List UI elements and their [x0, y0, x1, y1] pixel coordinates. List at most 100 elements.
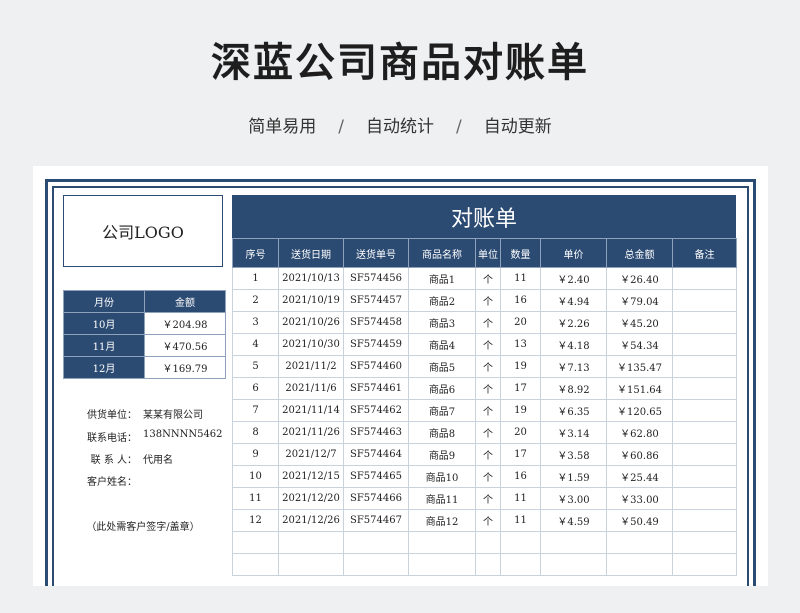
- total-cell: ￥54.34: [606, 333, 673, 356]
- qty-cell: 16: [500, 465, 541, 488]
- info-row-customer: 客户姓名：: [63, 473, 223, 488]
- price-cell: [540, 531, 607, 554]
- table-row: 3 2021/10/26 SF574458 商品3 个 20 ￥2.26 ￥45.20: [232, 311, 737, 334]
- date-cell: 2021/12/20: [278, 487, 344, 510]
- product-cell: 商品9: [408, 443, 476, 466]
- unit-cell: 个: [475, 333, 501, 356]
- company-logo-text: 公司LOGO: [102, 223, 184, 242]
- order-no-cell: [343, 553, 409, 576]
- subtitle-item: 简单易用: [248, 117, 317, 137]
- price-cell: ￥2.40: [540, 267, 607, 290]
- total-cell: ￥25.44: [606, 465, 673, 488]
- order-no-cell: SF574461: [343, 377, 409, 400]
- date-cell: [278, 553, 344, 576]
- product-cell: [408, 553, 476, 576]
- date-cell: 2021/11/26: [278, 421, 344, 444]
- index-cell: 1: [232, 267, 279, 290]
- page-subtitle: 简单易用 / 自动统计 / 自动更新: [0, 112, 800, 137]
- price-cell: [540, 553, 607, 576]
- order-no-cell: SF574460: [343, 355, 409, 378]
- statement-header-row: 序号 送货日期 送货单号 商品名称 单位 数量 单价 总金额 备注: [232, 238, 737, 268]
- price-cell: ￥3.14: [540, 421, 607, 444]
- product-cell: 商品8: [408, 421, 476, 444]
- qty-cell: 11: [500, 487, 541, 510]
- info-row-contact: 联 系 人： 代用名: [63, 451, 223, 466]
- info-label: 供货单位：: [87, 410, 137, 421]
- qty-cell: [500, 553, 541, 576]
- total-cell: ￥135.47: [606, 355, 673, 378]
- product-cell: 商品11: [408, 487, 476, 510]
- unit-cell: 个: [475, 399, 501, 422]
- monthly-amount-cell: ￥470.56: [144, 334, 226, 357]
- subtitle-separator: /: [456, 117, 462, 137]
- monthly-month-cell: 11月: [63, 334, 145, 357]
- statement-header-total: 总金额: [606, 238, 673, 268]
- statement-header-order-no: 送货单号: [343, 238, 409, 268]
- monthly-amount-cell: ￥204.98: [144, 312, 226, 335]
- remark-cell: [672, 421, 737, 444]
- product-cell: 商品2: [408, 289, 476, 312]
- total-cell: [606, 553, 673, 576]
- index-cell: 4: [232, 333, 279, 356]
- price-cell: ￥6.35: [540, 399, 607, 422]
- remark-cell: [672, 487, 737, 510]
- monthly-header-month: 月份: [63, 290, 145, 313]
- product-cell: 商品3: [408, 311, 476, 334]
- info-value: 138NNNN5462: [143, 429, 223, 440]
- unit-cell: 个: [475, 311, 501, 334]
- unit-cell: [475, 553, 501, 576]
- unit-cell: 个: [475, 421, 501, 444]
- qty-cell: 19: [500, 399, 541, 422]
- statement-table: 序号 送货日期 送货单号 商品名称 单位 数量 单价 总金额 备注 1 2021/10/13 SF5…: [232, 238, 737, 576]
- index-cell: 12: [232, 509, 279, 532]
- page-title: 深蓝公司商品对账单: [211, 40, 589, 86]
- index-cell: 6: [232, 377, 279, 400]
- table-row: 11 2021/12/20 SF574466 商品11 个 11 ￥3.00 ￥33.00: [232, 487, 737, 510]
- table-row: 2 2021/10/19 SF574457 商品2 个 16 ￥4.94 ￥79.04: [232, 289, 737, 312]
- subtitle-item: 自动统计: [366, 117, 434, 137]
- remark-cell: [672, 289, 737, 312]
- total-cell: ￥50.49: [606, 509, 673, 532]
- remark-cell: [672, 333, 737, 356]
- info-value: 某某有限公司: [143, 410, 203, 421]
- total-cell: ￥62.80: [606, 421, 673, 444]
- monthly-month-cell: 12月: [63, 356, 145, 379]
- product-cell: 商品6: [408, 377, 476, 400]
- info-label: 联系电话：: [87, 433, 137, 444]
- index-cell: [232, 553, 279, 576]
- product-cell: 商品12: [408, 509, 476, 532]
- table-row: 7 2021/11/14 SF574462 商品7 个 19 ￥6.35 ￥120.65: [232, 399, 737, 422]
- info-label: 客户姓名：: [87, 477, 137, 488]
- total-cell: ￥120.65: [606, 399, 673, 422]
- table-row: 1 2021/10/13 SF574456 商品1 个 11 ￥2.40 ￥26.40: [232, 267, 737, 290]
- qty-cell: 16: [500, 289, 541, 312]
- monthly-row: 11月 ￥470.56: [63, 334, 226, 357]
- product-cell: 商品4: [408, 333, 476, 356]
- remark-cell: [672, 531, 737, 554]
- unit-cell: 个: [475, 289, 501, 312]
- total-cell: ￥60.86: [606, 443, 673, 466]
- price-cell: ￥4.59: [540, 509, 607, 532]
- monthly-row: 12月 ￥169.79: [63, 356, 226, 379]
- remark-cell: [672, 311, 737, 334]
- qty-cell: 17: [500, 377, 541, 400]
- table-row: 4 2021/10/30 SF574459 商品4 个 13 ￥4.18 ￥54.34: [232, 333, 737, 356]
- unit-cell: 个: [475, 465, 501, 488]
- date-cell: 2021/10/13: [278, 267, 344, 290]
- qty-cell: 11: [500, 509, 541, 532]
- order-no-cell: SF574456: [343, 267, 409, 290]
- price-cell: ￥8.92: [540, 377, 607, 400]
- statement-header-remark: 备注: [672, 238, 737, 268]
- order-no-cell: SF574457: [343, 289, 409, 312]
- info-row-phone: 联系电话： 138NNNN5462: [63, 429, 223, 444]
- price-cell: ￥1.59: [540, 465, 607, 488]
- price-cell: ￥4.94: [540, 289, 607, 312]
- unit-cell: 个: [475, 509, 501, 532]
- product-cell: 商品10: [408, 465, 476, 488]
- order-no-cell: [343, 531, 409, 554]
- qty-cell: 20: [500, 421, 541, 444]
- remark-cell: [672, 399, 737, 422]
- subtitle-separator: /: [338, 117, 344, 137]
- statement-title-text: 对账单: [450, 206, 517, 232]
- remark-cell: [672, 443, 737, 466]
